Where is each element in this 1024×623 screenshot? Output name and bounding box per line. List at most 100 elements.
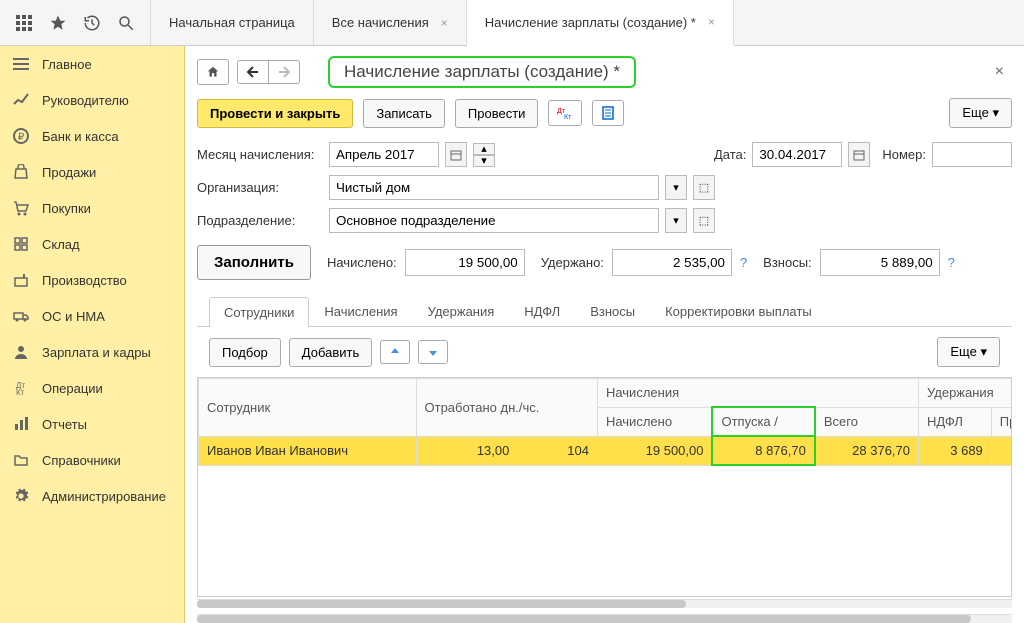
- month-field[interactable]: [329, 142, 439, 167]
- document-button[interactable]: [592, 100, 624, 126]
- move-up-button[interactable]: [380, 340, 410, 364]
- close-icon[interactable]: ×: [708, 15, 715, 29]
- tab-current[interactable]: Начисление зарплаты (создание) *×: [467, 0, 734, 46]
- cell-hours[interactable]: 104: [518, 436, 598, 465]
- page-scrollbar[interactable]: [197, 614, 1012, 623]
- tab-home[interactable]: Начальная страница: [151, 0, 314, 45]
- grid-more-button[interactable]: Еще ▾: [937, 337, 1000, 367]
- nav-back-button[interactable]: [237, 60, 269, 84]
- subtab-contributions[interactable]: Взносы: [575, 296, 650, 326]
- col-ndfl[interactable]: НДФЛ: [919, 407, 992, 436]
- sidebar-item-operations[interactable]: ДтКтОперации: [0, 370, 184, 406]
- month-up-button[interactable]: ▴: [473, 143, 495, 155]
- unit-label: Подразделение:: [197, 213, 323, 228]
- sidebar-item-production[interactable]: Производство: [0, 262, 184, 298]
- sidebar-item-label: Отчеты: [42, 417, 87, 432]
- number-label: Номер:: [882, 147, 926, 162]
- subtab-withholdings[interactable]: Удержания: [413, 296, 510, 326]
- tab-label: Все начисления: [332, 15, 429, 30]
- subtab-employees[interactable]: Сотрудники: [209, 297, 309, 327]
- top-bar: Начальная страница Все начисления × Начис…: [0, 0, 1024, 46]
- contrib-label: Взносы:: [763, 255, 812, 270]
- more-button[interactable]: Еще ▾: [949, 98, 1012, 128]
- close-button[interactable]: ×: [987, 59, 1012, 85]
- fill-button[interactable]: Заполнить: [197, 245, 311, 280]
- calendar-button[interactable]: [848, 142, 870, 167]
- col-vacation[interactable]: Отпуска /: [712, 407, 814, 436]
- sidebar-item-purchases[interactable]: Покупки: [0, 190, 184, 226]
- menu-icon: [12, 55, 30, 73]
- col-withholdings[interactable]: Удержания: [919, 379, 1012, 408]
- more-label: Еще: [962, 105, 988, 120]
- cell-ndfl[interactable]: 3 689: [919, 436, 992, 465]
- sidebar-item-home[interactable]: Главное: [0, 46, 184, 82]
- sidebar-item-manager[interactable]: Руководителю: [0, 82, 184, 118]
- subtab-corrections[interactable]: Корректировки выплаты: [650, 296, 827, 326]
- add-button[interactable]: Добавить: [289, 338, 372, 367]
- help-icon[interactable]: ?: [740, 255, 747, 270]
- number-field[interactable]: [932, 142, 1012, 167]
- close-icon[interactable]: ×: [441, 16, 448, 30]
- sidebar-item-admin[interactable]: Администрирование: [0, 478, 184, 514]
- open-button[interactable]: ⬚: [693, 175, 715, 200]
- dropdown-button[interactable]: ▾: [665, 208, 687, 233]
- sidebar-item-bank[interactable]: ₽Банк и касса: [0, 118, 184, 154]
- dtkt-button[interactable]: ДтКт: [548, 100, 582, 126]
- contrib-field[interactable]: [820, 249, 940, 276]
- cell-name[interactable]: Иванов Иван Иванович: [199, 436, 417, 465]
- dropdown-button[interactable]: ▾: [665, 175, 687, 200]
- post-close-button[interactable]: Провести и закрыть: [197, 99, 353, 128]
- calendar-button[interactable]: [445, 142, 467, 167]
- unit-field[interactable]: [329, 208, 659, 233]
- col-other[interactable]: Про: [991, 407, 1012, 436]
- nav-forward-button[interactable]: [269, 60, 300, 84]
- sidebar-item-label: Операции: [42, 381, 103, 396]
- cell-accrued[interactable]: 19 500,00: [597, 436, 712, 465]
- col-total[interactable]: Всего: [815, 407, 919, 436]
- sidebar-item-sales[interactable]: Продажи: [0, 154, 184, 190]
- col-accruals[interactable]: Начисления: [597, 379, 918, 408]
- sidebar-item-salary[interactable]: Зарплата и кадры: [0, 334, 184, 370]
- col-accrued[interactable]: Начислено: [597, 407, 712, 436]
- open-button[interactable]: ⬚: [693, 208, 715, 233]
- subtab-accruals[interactable]: Начисления: [309, 296, 412, 326]
- user-icon: [12, 343, 30, 361]
- horizontal-scrollbar[interactable]: [197, 599, 1012, 608]
- org-field[interactable]: [329, 175, 659, 200]
- move-down-button[interactable]: [418, 340, 448, 364]
- col-employee[interactable]: Сотрудник: [199, 379, 417, 437]
- data-grid[interactable]: Сотрудник Отработано дн./чс. Начисления …: [197, 377, 1012, 597]
- cell-days[interactable]: 13,00: [416, 436, 518, 465]
- date-label: Дата:: [714, 147, 746, 162]
- scrollbar-thumb[interactable]: [197, 600, 686, 608]
- date-field[interactable]: [752, 142, 842, 167]
- sidebar-item-assets[interactable]: ОС и НМА: [0, 298, 184, 334]
- sidebar-item-label: Склад: [42, 237, 80, 252]
- content-area: Начисление зарплаты (создание) * × Прове…: [185, 46, 1024, 623]
- star-icon[interactable]: [48, 13, 68, 33]
- save-button[interactable]: Записать: [363, 99, 445, 128]
- withheld-field[interactable]: [612, 249, 732, 276]
- accrued-field[interactable]: [405, 249, 525, 276]
- help-icon[interactable]: ?: [948, 255, 955, 270]
- post-button[interactable]: Провести: [455, 99, 539, 128]
- search-icon[interactable]: [116, 13, 136, 33]
- apps-icon[interactable]: [14, 13, 34, 33]
- history-icon[interactable]: [82, 13, 102, 33]
- table-row[interactable]: Иванов Иван Иванович 13,00 104 19 500,00…: [199, 436, 1013, 465]
- sidebar-item-stock[interactable]: Склад: [0, 226, 184, 262]
- col-worked[interactable]: Отработано дн./чс.: [416, 379, 597, 437]
- tab-all[interactable]: Все начисления ×: [314, 0, 467, 45]
- cell-total[interactable]: 28 376,70: [815, 436, 919, 465]
- month-down-button[interactable]: ▾: [473, 155, 495, 167]
- sidebar-item-reports[interactable]: Отчеты: [0, 406, 184, 442]
- bars-icon: [12, 415, 30, 433]
- cell-vacation[interactable]: 8 876,70: [712, 436, 814, 465]
- tab-bar: Начальная страница Все начисления × Начис…: [151, 0, 734, 45]
- scrollbar-thumb[interactable]: [197, 615, 971, 623]
- pick-button[interactable]: Подбор: [209, 338, 281, 367]
- cell-other[interactable]: [991, 436, 1012, 465]
- sidebar-item-reference[interactable]: Справочники: [0, 442, 184, 478]
- home-button[interactable]: [197, 59, 229, 85]
- subtab-ndfl[interactable]: НДФЛ: [509, 296, 575, 326]
